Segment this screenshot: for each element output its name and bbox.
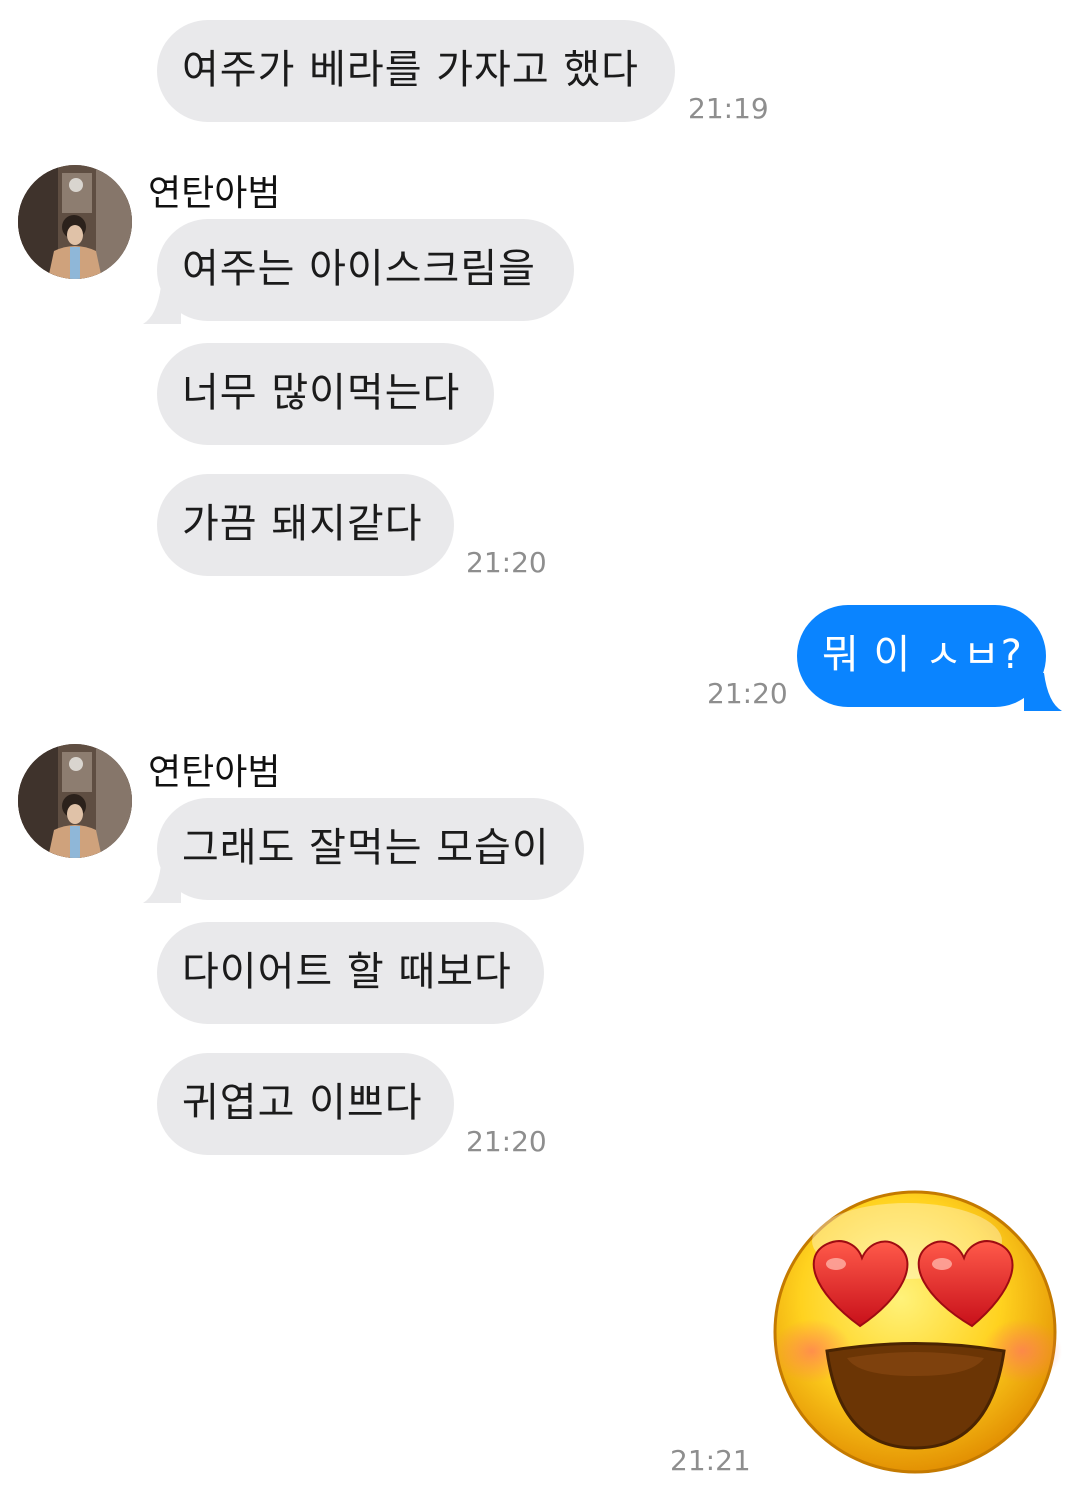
message-bubble[interactable]: 귀엽고 이쁘다 bbox=[157, 1053, 454, 1155]
message-bubble[interactable]: 여주가 베라를 가자고 했다 bbox=[157, 20, 675, 122]
message-bubble[interactable]: 그래도 잘먹는 모습이 bbox=[157, 798, 584, 900]
message-timestamp: 21:19 bbox=[688, 92, 769, 125]
avatar[interactable] bbox=[18, 165, 132, 279]
message-bubble[interactable]: 너무 많이먹는다 bbox=[157, 343, 494, 445]
profile-photo bbox=[18, 165, 132, 279]
avatar[interactable] bbox=[18, 744, 132, 858]
message-bubble[interactable]: 다이어트 할 때보다 bbox=[157, 922, 544, 1024]
sent-message-bubble[interactable]: 뭐 이 ㅅㅂ? bbox=[797, 605, 1046, 707]
heart-eyes-emoji-icon[interactable] bbox=[772, 1186, 1062, 1476]
profile-photo bbox=[18, 744, 132, 858]
message-bubble[interactable]: 가끔 돼지같다 bbox=[157, 474, 454, 576]
sender-name: 연탄아범 bbox=[148, 173, 281, 214]
sender-name: 연탄아범 bbox=[148, 752, 281, 793]
message-bubble[interactable]: 여주는 아이스크림을 bbox=[157, 219, 574, 321]
message-timestamp: 21:21 bbox=[670, 1444, 751, 1477]
message-timestamp: 21:20 bbox=[707, 677, 788, 710]
message-timestamp: 21:20 bbox=[466, 1125, 547, 1158]
message-timestamp: 21:20 bbox=[466, 546, 547, 579]
